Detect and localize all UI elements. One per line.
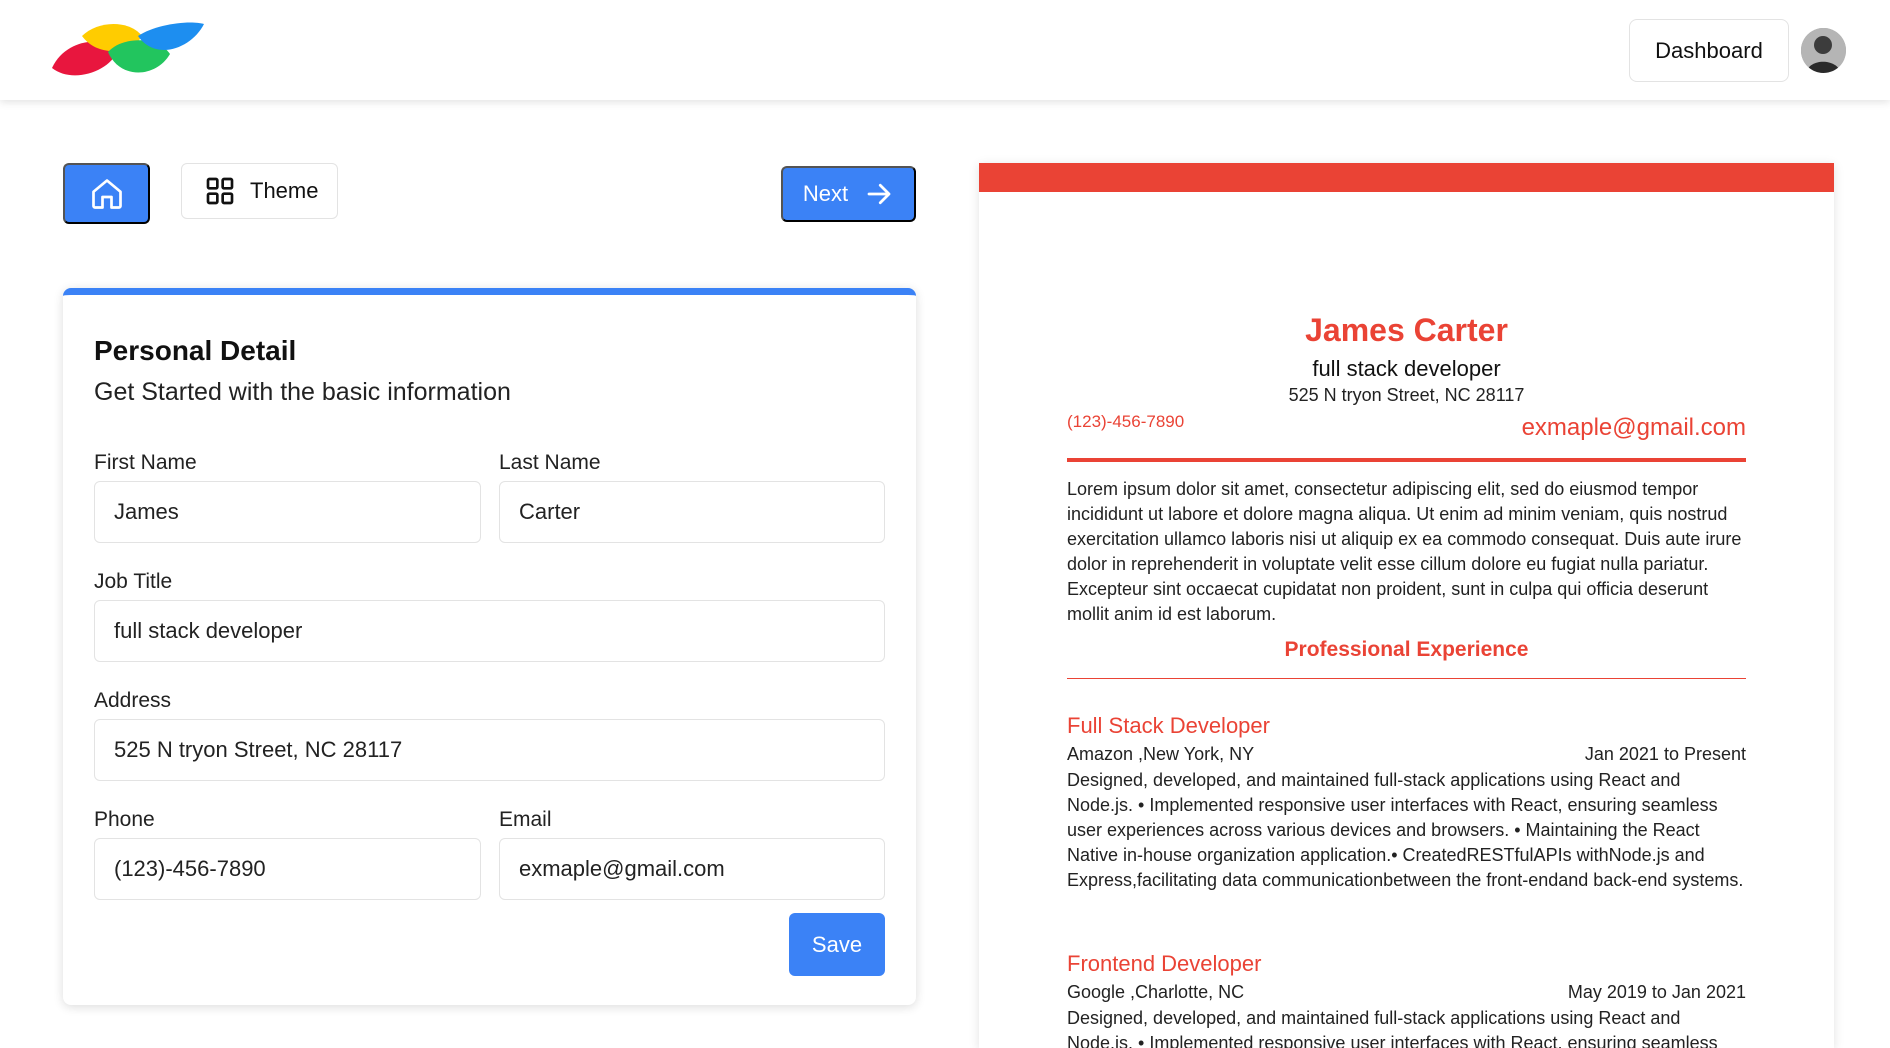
experience-dates: May 2019 to Jan 2021 — [1567, 982, 1746, 1002]
arrow-right-icon — [867, 183, 891, 205]
experience-dates: Jan 2021 to Present — [1584, 744, 1746, 764]
experience-divider — [1067, 678, 1746, 679]
save-button[interactable]: Save — [789, 913, 885, 976]
user-avatar-icon — [1801, 28, 1846, 73]
first-name-field[interactable] — [94, 481, 481, 543]
job-title-field[interactable] — [94, 600, 885, 662]
last-name-field[interactable] — [499, 481, 885, 543]
experience-title: Frontend Developer — [1067, 951, 1262, 976]
experience-heading: Professional Experience — [1284, 638, 1529, 661]
resume-summary: Lorem ipsum dolor sit amet, consectetur … — [1067, 479, 1742, 624]
experience-description: Designed, developed, and maintained full… — [1067, 1008, 1718, 1048]
theme-label: Theme — [250, 178, 319, 203]
phone-field[interactable] — [94, 838, 481, 900]
resume-job-title: full stack developer — [1312, 356, 1501, 381]
next-label: Next — [802, 181, 849, 206]
form-title: Personal Detail — [94, 335, 297, 366]
dashboard-button[interactable]: Dashboard — [1629, 19, 1789, 82]
app-logo[interactable] — [52, 22, 204, 78]
resume-email: exmaple@gmail.com — [1521, 414, 1746, 441]
phone-label: Phone — [94, 808, 155, 831]
address-label: Address — [94, 689, 172, 712]
form-subtitle: Get Started with the basic information — [94, 378, 511, 406]
experience-company: Amazon ,New York, NY — [1067, 744, 1255, 764]
header-divider — [1067, 458, 1746, 462]
email-field[interactable] — [499, 838, 885, 900]
resume-name: James Carter — [1305, 312, 1508, 348]
top-header: Dashboard — [0, 0, 1890, 100]
grid-icon — [206, 177, 234, 205]
last-name-label: Last Name — [499, 451, 601, 474]
resume-preview: James Carter full stack developer 525 N … — [979, 163, 1834, 1048]
personal-detail-form: Personal Detail Get Started with the bas… — [63, 288, 916, 1005]
resume-phone: (123)-456-7890 — [1067, 412, 1185, 431]
experience-description: Designed, developed, and maintained full… — [1067, 770, 1744, 890]
address-field[interactable] — [94, 719, 885, 781]
email-label: Email — [499, 808, 552, 831]
home-icon — [91, 178, 122, 209]
resume-address: 525 N tryon Street, NC 28117 — [1288, 385, 1525, 405]
theme-button[interactable]: Theme — [181, 163, 338, 219]
first-name-label: First Name — [94, 451, 197, 474]
experience-title: Full Stack Developer — [1067, 713, 1270, 738]
home-button[interactable] — [63, 163, 150, 224]
experience-company: Google ,Charlotte, NC — [1067, 982, 1245, 1002]
next-button[interactable]: Next — [781, 166, 916, 222]
job-title-label: Job Title — [94, 570, 173, 593]
avatar[interactable] — [1801, 28, 1846, 73]
